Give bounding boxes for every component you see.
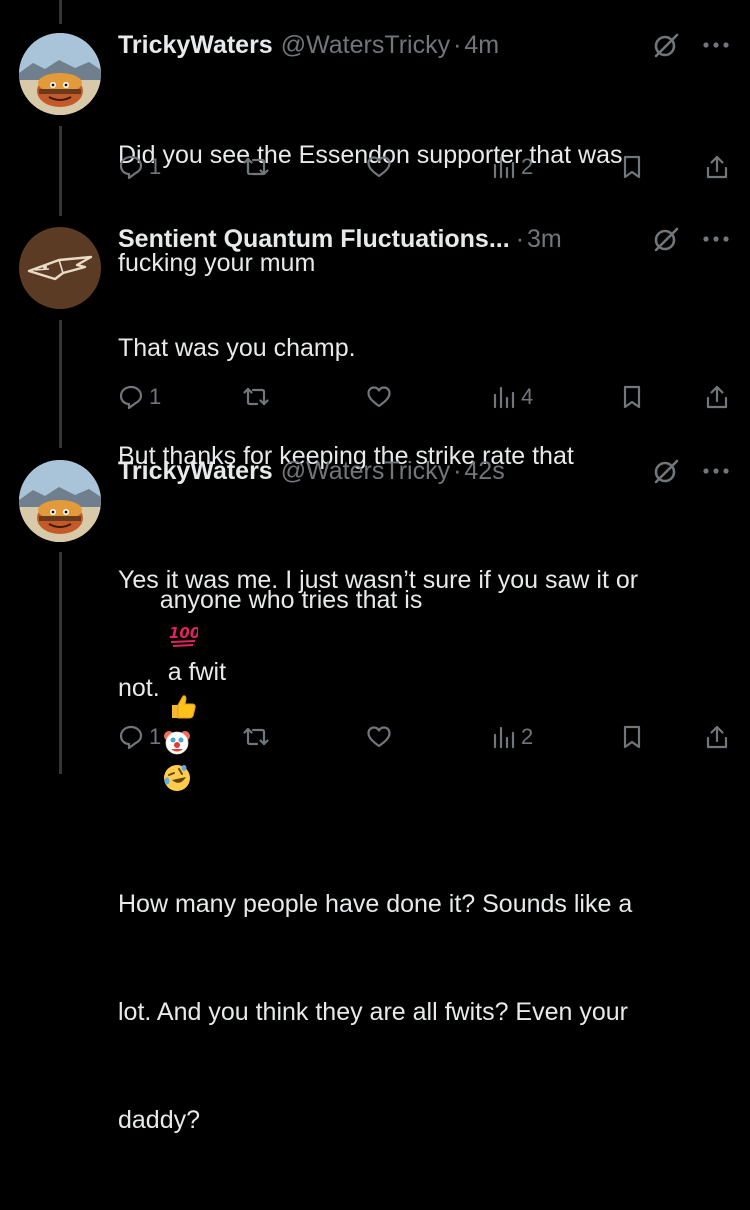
reply-button[interactable]: 1	[118, 724, 161, 750]
grok-icon[interactable]	[650, 29, 682, 61]
views-button[interactable]: 4	[490, 384, 533, 410]
like-button[interactable]	[366, 384, 392, 410]
display-name[interactable]: Sentient Quantum Fluctuations...	[118, 225, 510, 254]
tweet-text-line: How many people have done it? Sounds lik…	[118, 890, 633, 918]
display-name[interactable]: TrickyWaters	[118, 457, 273, 486]
avatar[interactable]	[19, 33, 101, 115]
tweet-text-line: lot. And you think they are all fwits? E…	[118, 998, 628, 1026]
retweet-icon	[243, 727, 269, 746]
tweet-text: Yes it was me. I just wasn’t sure if you…	[118, 490, 722, 1210]
views-button[interactable]: 2	[490, 724, 533, 750]
avatar[interactable]	[19, 227, 101, 309]
tweet-text-line: daddy?	[118, 1106, 201, 1134]
user-handle[interactable]: @WatersTricky	[281, 457, 450, 486]
heart-icon	[367, 386, 391, 408]
share-button[interactable]	[704, 384, 730, 410]
heart-icon	[367, 156, 391, 178]
share-icon	[706, 155, 728, 179]
views-icon	[493, 156, 515, 179]
thread-line-2	[59, 320, 62, 448]
grok-icon[interactable]	[650, 455, 682, 487]
tweet-header: TrickyWaters @WatersTricky · 4m	[118, 30, 730, 60]
like-button[interactable]	[366, 724, 392, 750]
separator-dot: ·	[453, 30, 462, 59]
retweet-icon	[243, 387, 269, 406]
timestamp[interactable]: 42s	[464, 457, 504, 486]
grok-icon[interactable]	[650, 223, 682, 255]
bookmark-button[interactable]	[619, 154, 645, 180]
share-icon	[706, 385, 728, 409]
burger-character-avatar-icon	[19, 460, 101, 542]
reply-count: 1	[149, 384, 162, 409]
more-options-icon[interactable]	[702, 467, 730, 475]
reply-icon	[119, 385, 143, 410]
reply-count: 1	[149, 724, 162, 749]
tweet-1[interactable]: TrickyWaters @WatersTricky · 4m Did you …	[0, 0, 750, 277]
display-name[interactable]: TrickyWaters	[118, 31, 273, 60]
timestamp[interactable]: 4m	[464, 31, 499, 60]
tweet-text-line: Yes it was me. I just wasn’t sure if you…	[118, 566, 639, 594]
tweet-actions: 1 2	[118, 154, 730, 186]
reply-button[interactable]: 1	[118, 154, 161, 180]
reply-icon	[119, 725, 143, 750]
tweet-actions: 1 2	[118, 724, 730, 756]
retweet-icon	[243, 157, 269, 176]
share-button[interactable]	[704, 154, 730, 180]
burger-character-avatar-icon	[19, 33, 101, 115]
bookmark-button[interactable]	[619, 384, 645, 410]
tweet-text-line: That was you champ.	[118, 334, 356, 362]
heart-icon	[367, 726, 391, 748]
tweet-header: TrickyWaters @WatersTricky · 42s	[118, 456, 730, 486]
views-button[interactable]: 2	[490, 154, 533, 180]
reply-button[interactable]: 1	[118, 384, 161, 410]
views-icon	[493, 726, 515, 749]
bird-logo-avatar-icon	[19, 227, 101, 309]
user-handle[interactable]: @WatersTricky	[281, 31, 450, 60]
views-count: 4	[521, 384, 534, 409]
like-button[interactable]	[366, 154, 392, 180]
timestamp[interactable]: 3m	[527, 225, 562, 254]
views-icon	[493, 386, 515, 409]
bookmark-icon	[623, 385, 641, 409]
share-icon	[706, 725, 728, 749]
separator-dot: ·	[515, 224, 525, 253]
separator-dot: ·	[453, 456, 462, 485]
bookmark-button[interactable]	[619, 724, 645, 750]
retweet-button[interactable]	[243, 154, 269, 180]
reply-icon	[119, 155, 143, 180]
thread-line-3	[59, 552, 62, 774]
tweet-actions: 1 4	[118, 384, 730, 416]
bookmark-icon	[623, 725, 641, 749]
views-count: 2	[521, 154, 534, 179]
share-button[interactable]	[704, 724, 730, 750]
tweet-text-line: not.	[118, 674, 160, 702]
more-options-icon[interactable]	[702, 41, 730, 49]
tweet-header: Sentient Quantum Fluctuations... · 3m	[118, 224, 730, 254]
views-count: 2	[521, 724, 534, 749]
avatar[interactable]	[19, 460, 101, 542]
reply-count: 1	[149, 154, 162, 179]
retweet-button[interactable]	[243, 384, 269, 410]
more-options-icon[interactable]	[702, 235, 730, 243]
bookmark-icon	[623, 155, 641, 179]
retweet-button[interactable]	[243, 724, 269, 750]
tweet-text-blank-line	[118, 778, 722, 814]
